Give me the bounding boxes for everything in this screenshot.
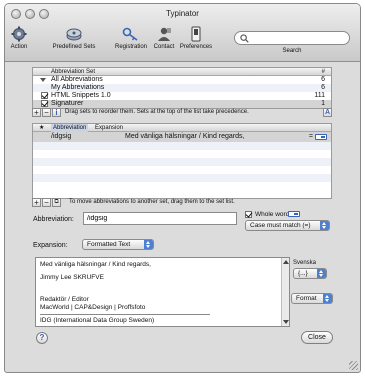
action-label: Action	[10, 44, 28, 50]
expansion-label: Expansion:	[33, 242, 68, 249]
sets-col-count: #	[321, 69, 325, 75]
registration-toolbar-button[interactable]: Registration	[113, 26, 149, 50]
expansion-line: Med vänliga hälsningar / Kind regards,	[40, 261, 151, 268]
abbreviations-table: ★ Abbreviation Expansion /idgsig Med vän…	[32, 123, 332, 199]
popup-arrows-icon	[320, 221, 329, 230]
registration-label: Registration	[114, 44, 147, 50]
set-typing-button[interactable]: A	[323, 108, 332, 117]
popup-arrows-icon	[317, 269, 326, 278]
action-toolbar-button[interactable]: Action	[8, 26, 30, 50]
set-name: Signaturer	[51, 100, 84, 107]
whole-word-icon	[288, 211, 300, 217]
expansion-line: MacWorld | CAP&Design | Proffsfoto	[40, 304, 146, 311]
preferences-label: Preferences	[179, 44, 213, 50]
editor-scrollbar[interactable]	[281, 258, 289, 326]
abbreviation-row-selected[interactable]: /idgsig Med vänliga hälsningar / Kind re…	[33, 132, 331, 142]
expansion-type-popup[interactable]: Formatted Text	[82, 239, 154, 250]
expansion-editor[interactable]: Med vänliga hälsningar / Kind regards, J…	[35, 257, 290, 327]
set-enabled-checkbox[interactable]	[41, 92, 48, 99]
scroll-up-arrow-icon[interactable]	[283, 260, 289, 264]
search-input[interactable]	[251, 33, 345, 43]
scroll-down-arrow-icon[interactable]	[283, 320, 289, 324]
typinator-window: Typinator Action Predefined Sets Registr…	[4, 3, 361, 373]
set-count: 6	[321, 84, 325, 91]
search-label: Search	[282, 48, 302, 54]
whole-word-checkbox[interactable]	[245, 211, 252, 218]
popup-arrows-icon	[323, 294, 332, 303]
empty-row	[33, 174, 331, 182]
popup-arrows-icon	[144, 240, 153, 249]
search-field[interactable]	[234, 31, 350, 45]
sets-table-header: Abbreviation Set #	[33, 68, 331, 76]
preferences-toolbar-button[interactable]: Preferences	[178, 26, 214, 50]
expansion-line: Jimmy Lee SKRUFVE	[40, 274, 104, 281]
format-popup-button[interactable]: Format	[291, 293, 333, 304]
remove-set-button[interactable]: −	[42, 108, 51, 117]
window-title: Typinator	[166, 9, 199, 18]
add-set-button[interactable]: +	[32, 108, 41, 117]
key-icon	[122, 27, 138, 41]
sets-hint: Drag sets to reorder them. Sets at the t…	[65, 109, 249, 115]
expansion-line: Redaktör / Editor	[40, 296, 89, 303]
set-row[interactable]: All Abbreviations 6	[33, 76, 331, 84]
abbreviation-input[interactable]	[83, 212, 237, 225]
disk-icon	[66, 28, 82, 41]
predefined-sets-toolbar-button[interactable]: Predefined Sets	[49, 26, 99, 50]
gear-icon	[11, 26, 27, 42]
abbreviation-label: Abbreviation:	[33, 216, 74, 223]
set-row[interactable]: My Abbreviations 6	[33, 84, 331, 92]
whole-word-label: Whole word	[255, 211, 290, 218]
expansion-line: IDG (International Data Group Sweden)	[40, 317, 155, 324]
set-row[interactable]: HTML Snippets 1.0 111	[33, 92, 331, 100]
help-button[interactable]: ?	[36, 332, 48, 344]
set-name: My Abbreviations	[51, 84, 105, 91]
expansion-cell: Med vänliga hälsningar / Kind regards,	[125, 133, 245, 140]
case-option-value: Case must match (=)	[250, 222, 311, 229]
switch-icon	[191, 26, 201, 42]
whole-word-icon	[315, 134, 327, 140]
duplicate-abbreviation-button[interactable]: ⧉	[52, 198, 61, 207]
predefined-sets-label: Predefined Sets	[52, 44, 96, 50]
sets-col-name: Abbreviation Set	[51, 69, 96, 75]
case-match-icon: =	[308, 133, 313, 140]
close-button[interactable]: Close	[301, 331, 333, 344]
signature-divider	[40, 314, 210, 315]
contact-icon	[158, 27, 171, 41]
empty-row	[33, 166, 331, 174]
abbr-col-abbreviation[interactable]: Abbreviation	[51, 124, 89, 132]
set-count: 6	[321, 76, 325, 83]
abbreviation-cell: /idgsig	[51, 133, 72, 140]
abbreviations-table-header: ★ Abbreviation Expansion	[33, 124, 331, 132]
empty-row	[33, 142, 331, 150]
sets-table: Abbreviation Set # All Abbreviations 6 M…	[32, 67, 332, 109]
search-icon	[240, 34, 249, 43]
set-count: 111	[314, 92, 325, 99]
expansion-type-value: Formatted Text	[87, 241, 131, 248]
language-label: Svenska	[293, 260, 317, 266]
set-row-selected[interactable]: Signaturer 1	[33, 100, 331, 108]
set-enabled-checkbox[interactable]	[41, 100, 48, 107]
empty-row	[33, 150, 331, 158]
set-info-button[interactable]: i	[52, 108, 61, 117]
empty-row	[33, 158, 331, 166]
contact-toolbar-button[interactable]: Contact	[152, 26, 176, 50]
disclosure-triangle-icon[interactable]	[40, 78, 46, 82]
set-name: All Abbreviations	[51, 76, 103, 83]
insert-menu-value: {...}	[298, 270, 308, 277]
case-option-popup[interactable]: Case must match (=)	[245, 220, 330, 231]
insert-menu-popup[interactable]: {...}	[293, 268, 327, 279]
abbr-col-expansion[interactable]: Expansion	[95, 124, 123, 132]
abbreviations-hint: To move abbreviations to another set, dr…	[69, 199, 235, 205]
title-bar: Typinator Action Predefined Sets Registr…	[5, 4, 360, 62]
set-name: HTML Snippets 1.0	[51, 92, 111, 99]
contact-label: Contact	[153, 44, 175, 50]
add-abbreviation-button[interactable]: +	[32, 198, 41, 207]
resize-grip-icon[interactable]	[349, 361, 358, 370]
set-count: 1	[321, 100, 325, 107]
star-icon: ★	[39, 125, 45, 131]
remove-abbreviation-button[interactable]: −	[42, 198, 51, 207]
format-label: Format	[296, 295, 317, 302]
empty-row	[33, 182, 331, 190]
